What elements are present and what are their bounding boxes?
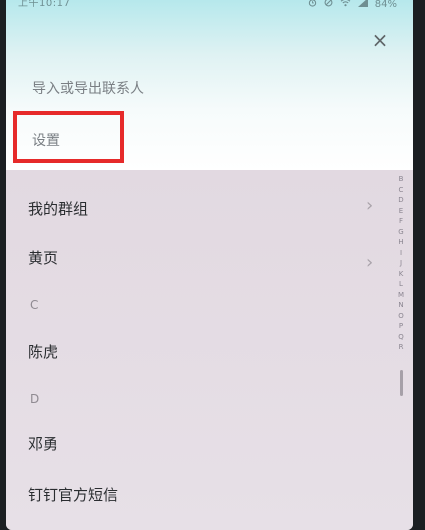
chevron-right-icon: › (366, 252, 374, 273)
contacts-list (6, 170, 413, 530)
index-letter[interactable]: G (398, 227, 403, 238)
index-letter[interactable]: K (399, 269, 404, 280)
index-letter[interactable]: F (399, 216, 403, 227)
index-letter[interactable]: P (399, 321, 403, 332)
scrollbar-thumb[interactable] (400, 370, 403, 396)
index-letter[interactable]: N (398, 300, 403, 311)
index-letter[interactable]: M (398, 290, 404, 301)
contacts-screen: 上午10:17 84% × 导入或导出联系人 设置 我的群组 › 黄页 › C … (6, 0, 413, 530)
wifi-icon (340, 0, 351, 11)
menu-panel: 上午10:17 84% × 导入或导出联系人 设置 (6, 0, 413, 170)
index-letter[interactable]: J (400, 258, 402, 269)
index-letter[interactable]: Q (398, 332, 404, 343)
contact-item[interactable]: 陈虎 (28, 341, 58, 362)
section-header-c: C (30, 298, 39, 312)
contact-item[interactable]: 邓勇 (28, 433, 58, 454)
index-letter[interactable]: H (398, 237, 403, 248)
index-letter[interactable]: L (399, 279, 403, 290)
index-letter[interactable]: B (399, 174, 404, 185)
signal-icon (357, 0, 368, 11)
index-letter[interactable]: O (398, 311, 404, 322)
index-letter[interactable]: I (400, 248, 402, 259)
status-time: 上午10:17 (18, 0, 71, 9)
index-letter[interactable]: E (399, 206, 403, 217)
status-bar: 上午10:17 84% (6, 0, 413, 12)
silent-icon (324, 0, 333, 11)
contact-item[interactable]: 钉钉官方短信 (28, 484, 118, 505)
yellow-pages-item[interactable]: 黄页 (28, 247, 58, 268)
index-letter[interactable]: C (399, 185, 404, 196)
import-export-contacts-menu-item[interactable]: 导入或导出联系人 (32, 78, 144, 98)
chevron-right-icon: › (366, 195, 374, 216)
battery-level: 84% (374, 0, 397, 10)
index-letter[interactable]: R (399, 342, 404, 353)
settings-highlight-box (13, 111, 124, 163)
alarm-icon (308, 0, 317, 11)
alphabet-index[interactable]: B C D E F G H I J K L M N O P Q R (394, 174, 408, 353)
close-button[interactable]: × (368, 28, 392, 52)
index-letter[interactable]: D (398, 195, 403, 206)
my-groups-item[interactable]: 我的群组 (28, 198, 88, 219)
status-icons: 84% (308, 0, 397, 11)
section-header-d: D (30, 392, 40, 406)
